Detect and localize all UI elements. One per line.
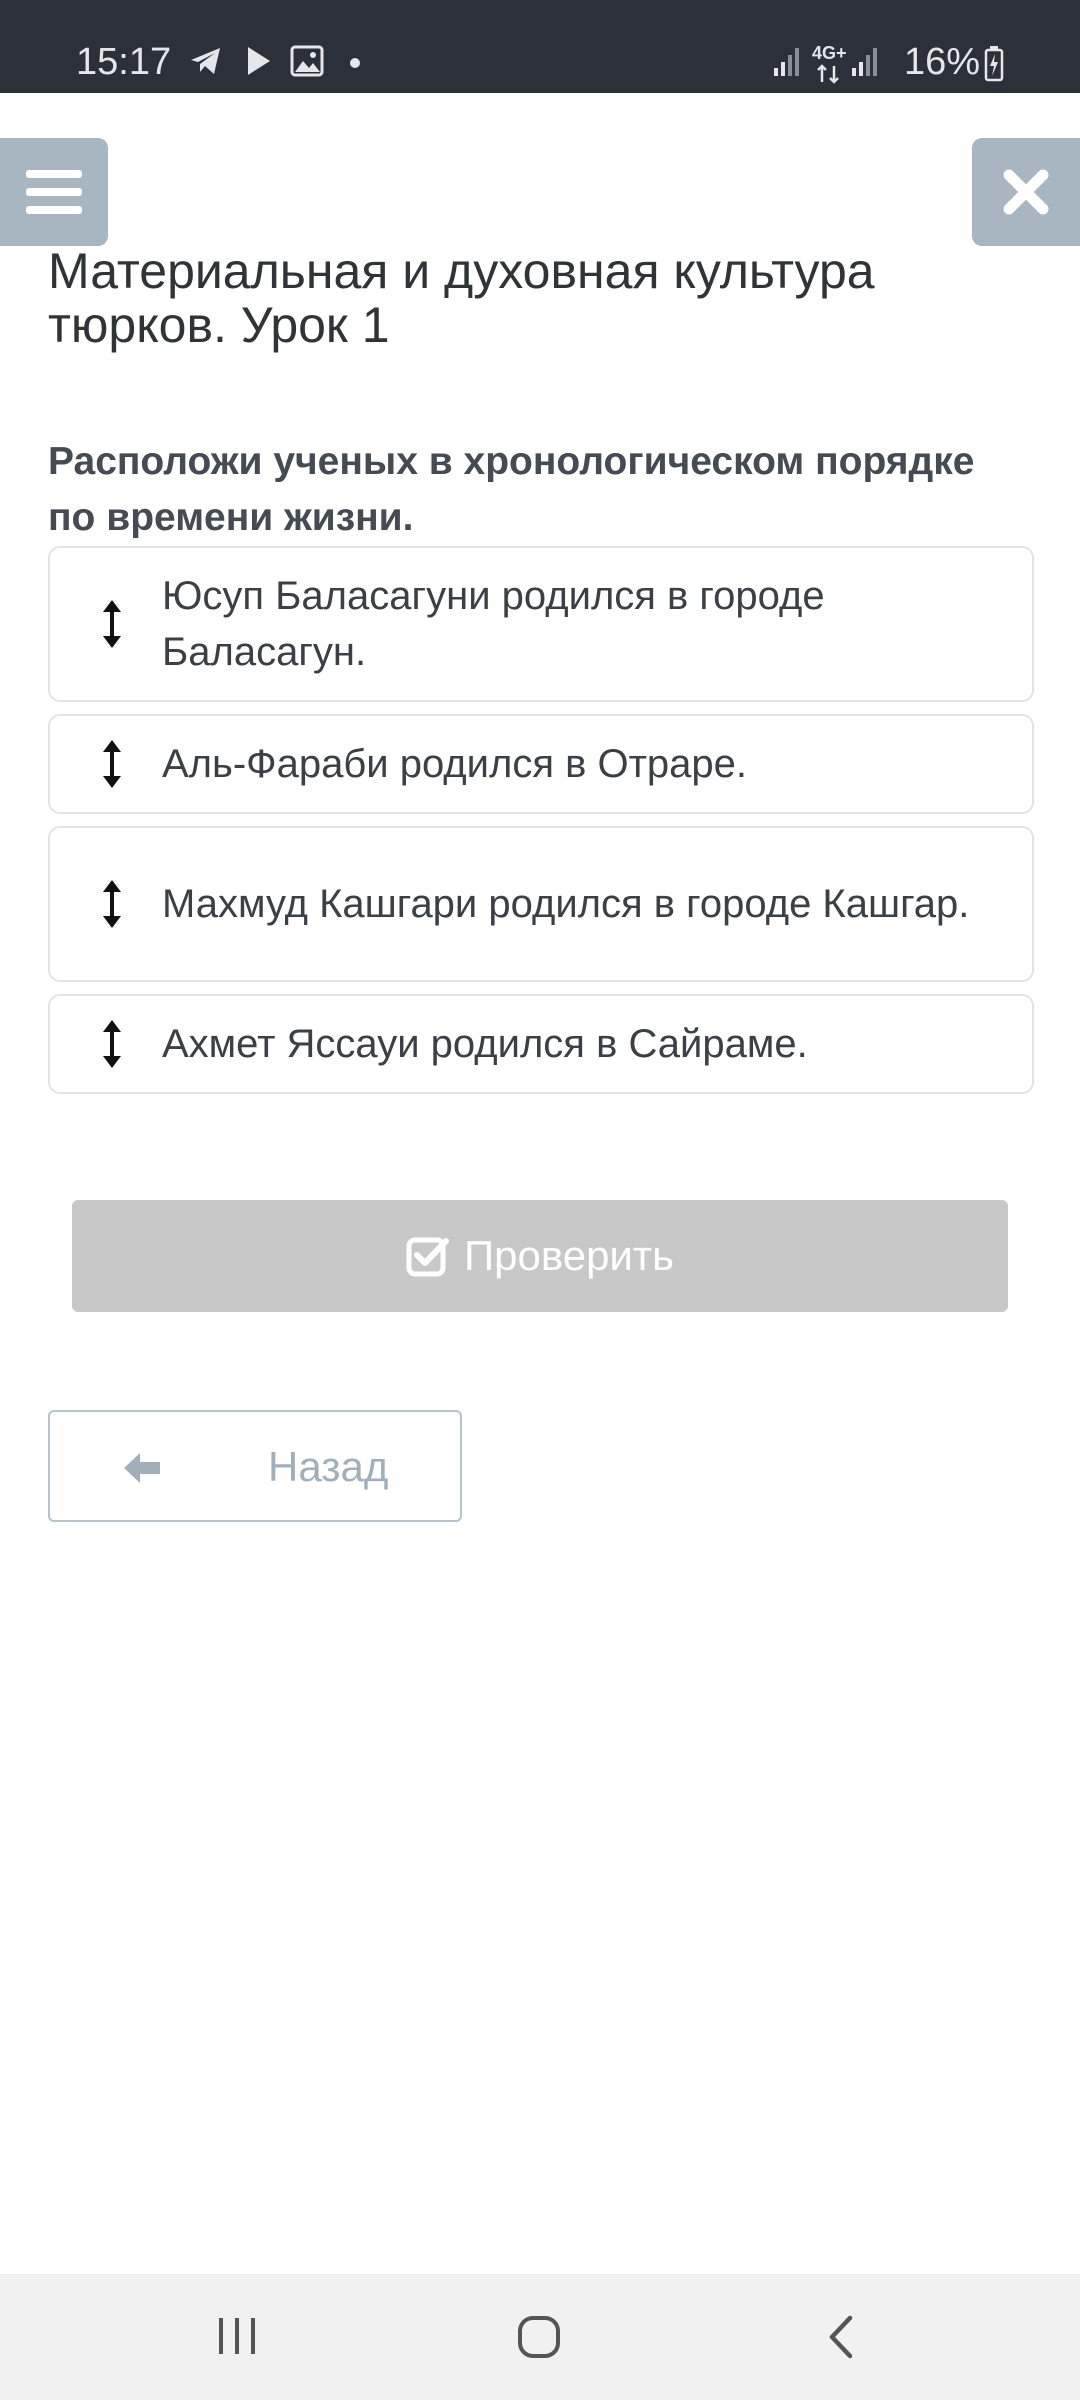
check-square-icon (406, 1237, 449, 1277)
menu-button[interactable] (0, 138, 108, 246)
sortable-item-label: Юсуп Баласагуни родился в городе Баласаг… (162, 574, 825, 674)
recent-apps-icon[interactable] (216, 2314, 258, 2358)
page-title: Материальная и духовная культура тюрков.… (48, 243, 875, 353)
signal-icon-2 (852, 48, 877, 76)
hamburger-menu-icon (26, 170, 82, 214)
sortable-item-label: Махмуд Кашгари родился в городе Кашгар. (162, 882, 970, 926)
status-time: 15:17 (76, 41, 172, 83)
back-button[interactable]: Назад (48, 1410, 462, 1522)
back-nav-icon[interactable] (826, 2314, 858, 2360)
check-button-label: Проверить (463, 1232, 675, 1279)
system-nav-bar (0, 2274, 1080, 2400)
battery-percent: 16% (904, 41, 981, 83)
drag-handle-icon[interactable] (100, 1018, 124, 1070)
close-button[interactable] (972, 138, 1080, 246)
question-text: Расположи ученых в хронологическом поряд… (48, 440, 975, 539)
drag-handle-icon[interactable] (100, 738, 124, 790)
image-icon (290, 45, 324, 77)
sortable-item[interactable]: Махмуд Кашгари родился в городе Кашгар. (48, 826, 1034, 982)
close-icon (1003, 169, 1049, 215)
home-icon[interactable] (516, 2314, 562, 2360)
battery-icon (984, 46, 1004, 82)
signal-icon (774, 48, 799, 76)
sortable-item-label: Аль-Фараби родился в Отраре. (162, 742, 747, 786)
arrow-left-icon (124, 1453, 160, 1483)
dot-icon (350, 58, 360, 68)
sortable-item[interactable]: Юсуп Баласагуни родился в городе Баласаг… (48, 546, 1034, 702)
data-arrows-icon (817, 64, 839, 84)
sortable-item[interactable]: Аль-Фараби родился в Отраре. (48, 714, 1034, 814)
drag-handle-icon[interactable] (100, 878, 124, 930)
play-icon (248, 47, 270, 75)
check-button[interactable]: Проверить (72, 1200, 1008, 1312)
sortable-item[interactable]: Ахмет Яссауи родился в Сайраме. (48, 994, 1034, 1094)
back-button-label: Назад (268, 1443, 389, 1490)
sortable-item-label: Ахмет Яссауи родился в Сайраме. (162, 1022, 808, 1066)
network-type: 4G+ (812, 43, 847, 63)
status-bar: 15:17 4G+ 16% (0, 0, 1080, 93)
drag-handle-icon[interactable] (100, 598, 124, 650)
telegram-icon (191, 48, 220, 74)
